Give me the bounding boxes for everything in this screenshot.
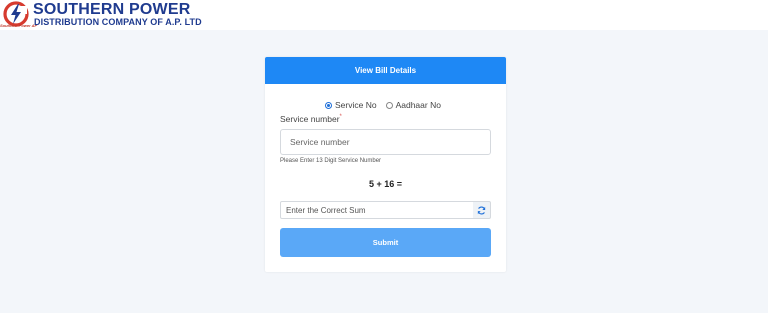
captcha-refresh-button[interactable] xyxy=(473,201,491,219)
submit-button[interactable]: Submit xyxy=(280,228,491,257)
site-header: Southern Power AP SOUTHERN POWER DISTRIB… xyxy=(0,0,768,30)
card-title: View Bill Details xyxy=(265,57,506,84)
logo-tagline: Southern Power AP xyxy=(0,23,38,28)
required-mark: * xyxy=(339,114,342,121)
service-number-label: Service number* xyxy=(280,114,342,124)
captcha-question: 5 + 16 = xyxy=(368,179,403,189)
search-type-group: Service No Aadhaar No xyxy=(325,100,450,110)
radio-unchecked-icon[interactable] xyxy=(385,101,393,109)
radio-checked-icon[interactable] xyxy=(325,101,332,109)
aadhaar-no-radio-label: Aadhaar No xyxy=(395,100,441,110)
bill-details-card: View Bill Details Service No Aadhaar No … xyxy=(265,57,506,272)
brand-subtitle: DISTRIBUTION COMPANY OF A.P. LTD xyxy=(34,17,202,27)
service-number-input[interactable] xyxy=(280,129,491,155)
service-number-label-text: Service number xyxy=(280,114,340,124)
captcha-answer-input[interactable] xyxy=(280,201,474,219)
service-number-helper: Please Enter 13 Digit Service Number xyxy=(280,158,382,164)
service-no-radio-label: Service No xyxy=(335,100,377,110)
aadhaar-no-radio[interactable]: Aadhaar No xyxy=(385,100,441,110)
service-no-radio[interactable]: Service No xyxy=(325,100,377,110)
refresh-icon xyxy=(477,205,486,215)
